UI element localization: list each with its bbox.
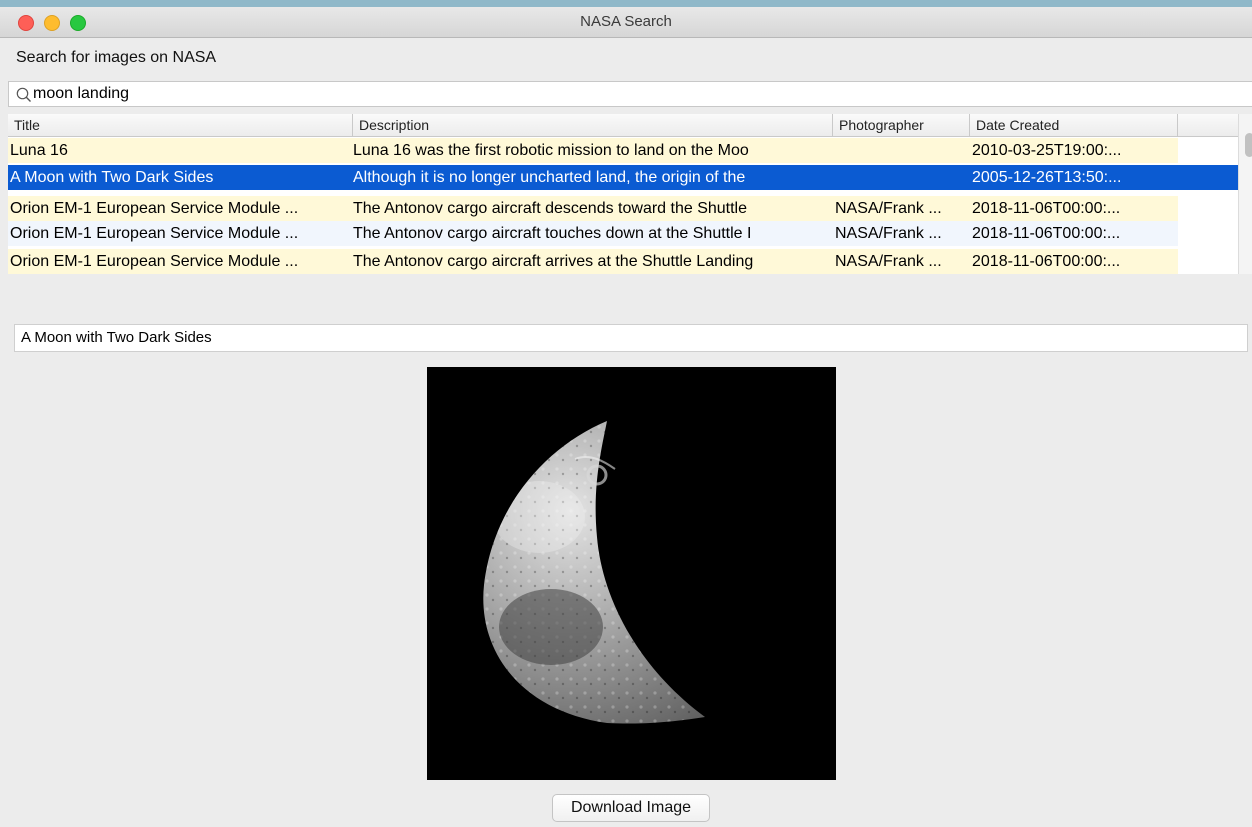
cell-title: Orion EM-1 European Service Module ... — [10, 200, 299, 217]
cell-description: Luna 16 was the first robotic mission to… — [353, 142, 749, 159]
table-row[interactable]: Luna 16 Luna 16 was the first robotic mi… — [8, 138, 1238, 163]
window-top-strip — [0, 0, 1252, 7]
search-input[interactable] — [33, 82, 1233, 106]
nasa-image-preview — [427, 367, 836, 780]
download-image-button[interactable]: Download Image — [552, 794, 710, 822]
cell-title: Orion EM-1 European Service Module ... — [10, 253, 299, 270]
row-filler — [1178, 138, 1238, 163]
cell-photographer: NASA/Frank ... — [835, 253, 942, 270]
titlebar[interactable]: NASA Search — [0, 7, 1252, 38]
cell-title: A Moon with Two Dark Sides — [10, 169, 214, 186]
cell-description: The Antonov cargo aircraft descends towa… — [353, 200, 748, 217]
cell-photographer — [833, 138, 970, 163]
table-row[interactable]: Orion EM-1 European Service Module ... T… — [8, 196, 1238, 221]
search-icon — [16, 87, 31, 102]
cell-date: 2018-11-06T00:00:... — [972, 200, 1121, 217]
cell-date: 2018-11-06T00:00:... — [972, 253, 1121, 270]
row-filler — [1178, 196, 1238, 221]
cell-description: The Antonov cargo aircraft touches down … — [353, 225, 752, 242]
table-scrollbar[interactable] — [1238, 114, 1252, 274]
moon-image — [427, 367, 836, 780]
table-header: Title Description Photographer Date Crea… — [8, 114, 1238, 137]
cell-date: 2010-03-25T19:00:... — [972, 142, 1122, 159]
search-field[interactable] — [8, 81, 1252, 107]
cell-title: Orion EM-1 European Service Module ... — [10, 225, 299, 242]
table-row[interactable]: Orion EM-1 European Service Module ... T… — [8, 249, 1238, 274]
cell-photographer — [833, 165, 970, 190]
column-header-title[interactable]: Title — [8, 114, 353, 136]
cell-date: 2018-11-06T00:00:... — [972, 225, 1121, 242]
column-header-description[interactable]: Description — [353, 114, 833, 136]
results-table[interactable]: Title Description Photographer Date Crea… — [8, 114, 1252, 274]
app-window: NASA Search Search for images on NASA Ti… — [0, 0, 1252, 827]
selected-title-field[interactable]: A Moon with Two Dark Sides — [14, 324, 1248, 352]
row-filler — [1178, 249, 1238, 274]
cell-description: Although it is no longer uncharted land,… — [353, 169, 746, 186]
cell-title: Luna 16 — [10, 142, 68, 159]
window-title: NASA Search — [580, 13, 672, 30]
cell-date: 2005-12-26T13:50:... — [972, 169, 1122, 186]
scrollbar-thumb[interactable] — [1245, 133, 1252, 157]
cell-description: The Antonov cargo aircraft arrives at th… — [353, 253, 754, 270]
table-row[interactable]: Orion EM-1 European Service Module ... T… — [8, 221, 1238, 246]
column-header-photographer[interactable]: Photographer — [833, 114, 970, 136]
column-header-date-created[interactable]: Date Created — [970, 114, 1178, 136]
search-heading: Search for images on NASA — [16, 49, 217, 66]
row-filler — [1178, 221, 1238, 246]
cell-photographer: NASA/Frank ... — [835, 225, 942, 242]
cell-photographer: NASA/Frank ... — [835, 200, 942, 217]
table-row-selected[interactable]: A Moon with Two Dark Sides Although it i… — [8, 165, 1238, 190]
